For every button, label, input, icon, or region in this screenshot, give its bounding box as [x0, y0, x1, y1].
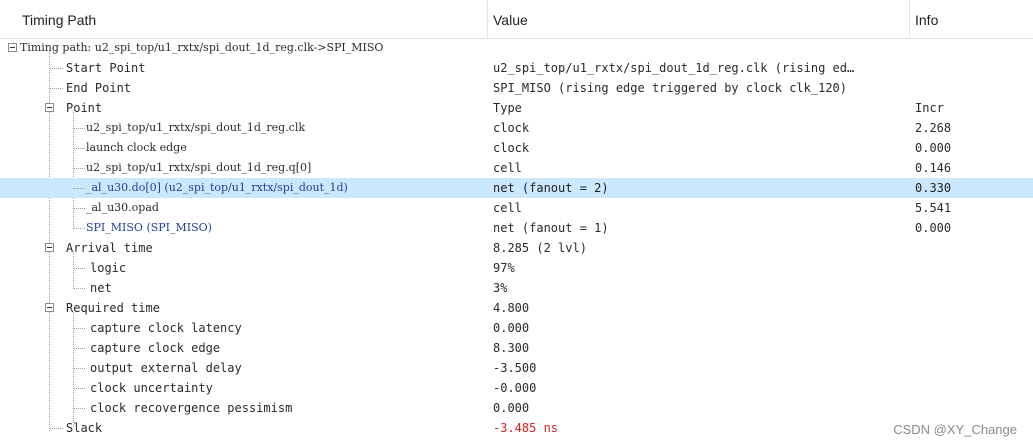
row-value: -3.500 — [493, 361, 537, 375]
row-value: 3% — [493, 281, 508, 295]
tree-line — [73, 268, 85, 269]
tree-row-arrival-item[interactable]: logic 97% — [0, 258, 1033, 278]
tree-row-required-item[interactable]: capture clock latency 0.000 — [0, 318, 1033, 338]
tree-row-point-item[interactable]: u2_spi_top/u1_rxtx/spi_dout_1d_reg.clk c… — [0, 118, 1033, 138]
row-label: Timing path: u2_spi_top/u1_rxtx/spi_dout… — [20, 41, 384, 54]
collapse-icon[interactable] — [45, 103, 54, 112]
tree-row-point-item[interactable]: _al_u30.opad cell 5.541 — [0, 198, 1033, 218]
tree-row-point-item[interactable]: SPI_MISO (SPI_MISO) net (fanout = 1) 0.0… — [0, 218, 1033, 238]
row-value: 8.300 — [493, 341, 530, 355]
row-label: End Point — [66, 81, 132, 95]
tree-row-timing-path[interactable]: Timing path: u2_spi_top/u1_rxtx/spi_dout… — [0, 38, 1033, 58]
tree-row-required-time[interactable]: Required time 4.800 — [0, 298, 1033, 318]
row-label: capture clock edge — [90, 341, 221, 355]
row-value: -0.000 — [493, 381, 537, 395]
row-value: 4.800 — [493, 301, 530, 315]
row-value: 8.285 (2 lvl) — [493, 241, 587, 255]
row-info: 5.541 — [915, 201, 952, 215]
tree-line — [73, 168, 85, 169]
tree-line — [73, 208, 85, 209]
row-value: clock — [493, 121, 530, 135]
tree-line — [49, 88, 63, 89]
watermark: CSDN @XY_Change — [893, 422, 1017, 437]
row-label: Required time — [66, 301, 160, 315]
collapse-icon[interactable] — [45, 303, 54, 312]
row-label: u2_spi_top/u1_rxtx/spi_dout_1d_reg.q[0] — [86, 161, 312, 174]
tree-line — [73, 408, 85, 409]
row-value: net (fanout = 2) — [493, 181, 609, 195]
tree-line — [73, 148, 85, 149]
tree-row-required-item[interactable]: output external delay -3.500 — [0, 358, 1033, 378]
tree-line — [73, 368, 85, 369]
tree-line — [73, 228, 85, 229]
column-divider[interactable] — [909, 0, 910, 38]
row-label-link[interactable]: SPI_MISO (SPI_MISO) — [86, 221, 212, 234]
tree-line — [73, 388, 85, 389]
tree-line — [73, 348, 85, 349]
collapse-icon[interactable] — [8, 43, 17, 52]
row-label: u2_spi_top/u1_rxtx/spi_dout_1d_reg.clk — [86, 121, 306, 134]
tree-row-required-item[interactable]: clock uncertainty -0.000 — [0, 378, 1033, 398]
tree-line — [73, 288, 85, 289]
row-value: SPI_MISO (rising edge triggered by clock… — [493, 81, 848, 95]
row-info: 0.000 — [915, 221, 952, 235]
row-label: Start Point — [66, 61, 146, 75]
tree-row-end-point[interactable]: End Point SPI_MISO (rising edge triggere… — [0, 78, 1033, 98]
row-info: 0.330 — [915, 181, 952, 195]
tree-row-required-item[interactable]: capture clock edge 8.300 — [0, 338, 1033, 358]
tree-row-point[interactable]: Point Type Incr — [0, 98, 1033, 118]
tree-line — [73, 128, 85, 129]
row-label: _al_u30.opad — [86, 201, 159, 214]
row-value: cell — [493, 201, 522, 215]
tree-row-point-item[interactable]: launch clock edge clock 0.000 — [0, 138, 1033, 158]
row-label: output external delay — [90, 361, 242, 375]
row-info: 2.268 — [915, 121, 952, 135]
column-header-info[interactable]: Info — [915, 12, 938, 28]
tree-row-required-item[interactable]: clock recovergence pessimism 0.000 — [0, 398, 1033, 418]
tree-line — [73, 188, 85, 189]
row-label: clock recovergence pessimism — [90, 401, 293, 415]
tree-line — [49, 68, 63, 69]
tree-row-arrival-time[interactable]: Arrival time 8.285 (2 lvl) — [0, 238, 1033, 258]
collapse-icon[interactable] — [45, 243, 54, 252]
row-label: net — [90, 281, 112, 295]
row-value: 0.000 — [493, 321, 530, 335]
row-label: Point — [66, 101, 103, 115]
slack-value: -3.485 ns — [493, 421, 559, 435]
tree-row-point-item[interactable]: u2_spi_top/u1_rxtx/spi_dout_1d_reg.q[0] … — [0, 158, 1033, 178]
row-value: cell — [493, 161, 522, 175]
column-header-value[interactable]: Value — [493, 12, 528, 28]
row-value: clock — [493, 141, 530, 155]
row-value: 97% — [493, 261, 515, 275]
row-label-link[interactable]: _al_u30.do[0] (u2_spi_top/u1_rxtx/spi_do… — [86, 181, 348, 194]
column-divider[interactable] — [487, 0, 488, 38]
row-label: clock uncertainty — [90, 381, 213, 395]
table-header: Timing Path Value Info — [0, 0, 1033, 39]
row-label: Arrival time — [66, 241, 153, 255]
row-value: net (fanout = 1) — [493, 221, 609, 235]
tree-row-point-item-selected[interactable]: _al_u30.do[0] (u2_spi_top/u1_rxtx/spi_do… — [0, 178, 1033, 198]
row-label: Slack — [66, 421, 103, 435]
row-value: Type — [493, 101, 522, 115]
tree-line — [49, 428, 63, 429]
row-info: Incr — [915, 101, 944, 115]
column-header-timing-path[interactable]: Timing Path — [22, 12, 96, 28]
tree-row-start-point[interactable]: Start Point u2_spi_top/u1_rxtx/spi_dout_… — [0, 58, 1033, 78]
row-value: u2_spi_top/u1_rxtx/spi_dout_1d_reg.clk (… — [493, 61, 855, 75]
row-label: launch clock edge — [86, 141, 187, 154]
timing-tree: Timing path: u2_spi_top/u1_rxtx/spi_dout… — [0, 38, 1033, 438]
row-info: 0.000 — [915, 141, 952, 155]
row-label: capture clock latency — [90, 321, 242, 335]
row-info: 0.146 — [915, 161, 952, 175]
tree-row-arrival-item[interactable]: net 3% — [0, 278, 1033, 298]
row-label: logic — [90, 261, 127, 275]
row-value: 0.000 — [493, 401, 530, 415]
tree-row-slack[interactable]: Slack -3.485 ns — [0, 418, 1033, 438]
tree-line — [73, 328, 85, 329]
